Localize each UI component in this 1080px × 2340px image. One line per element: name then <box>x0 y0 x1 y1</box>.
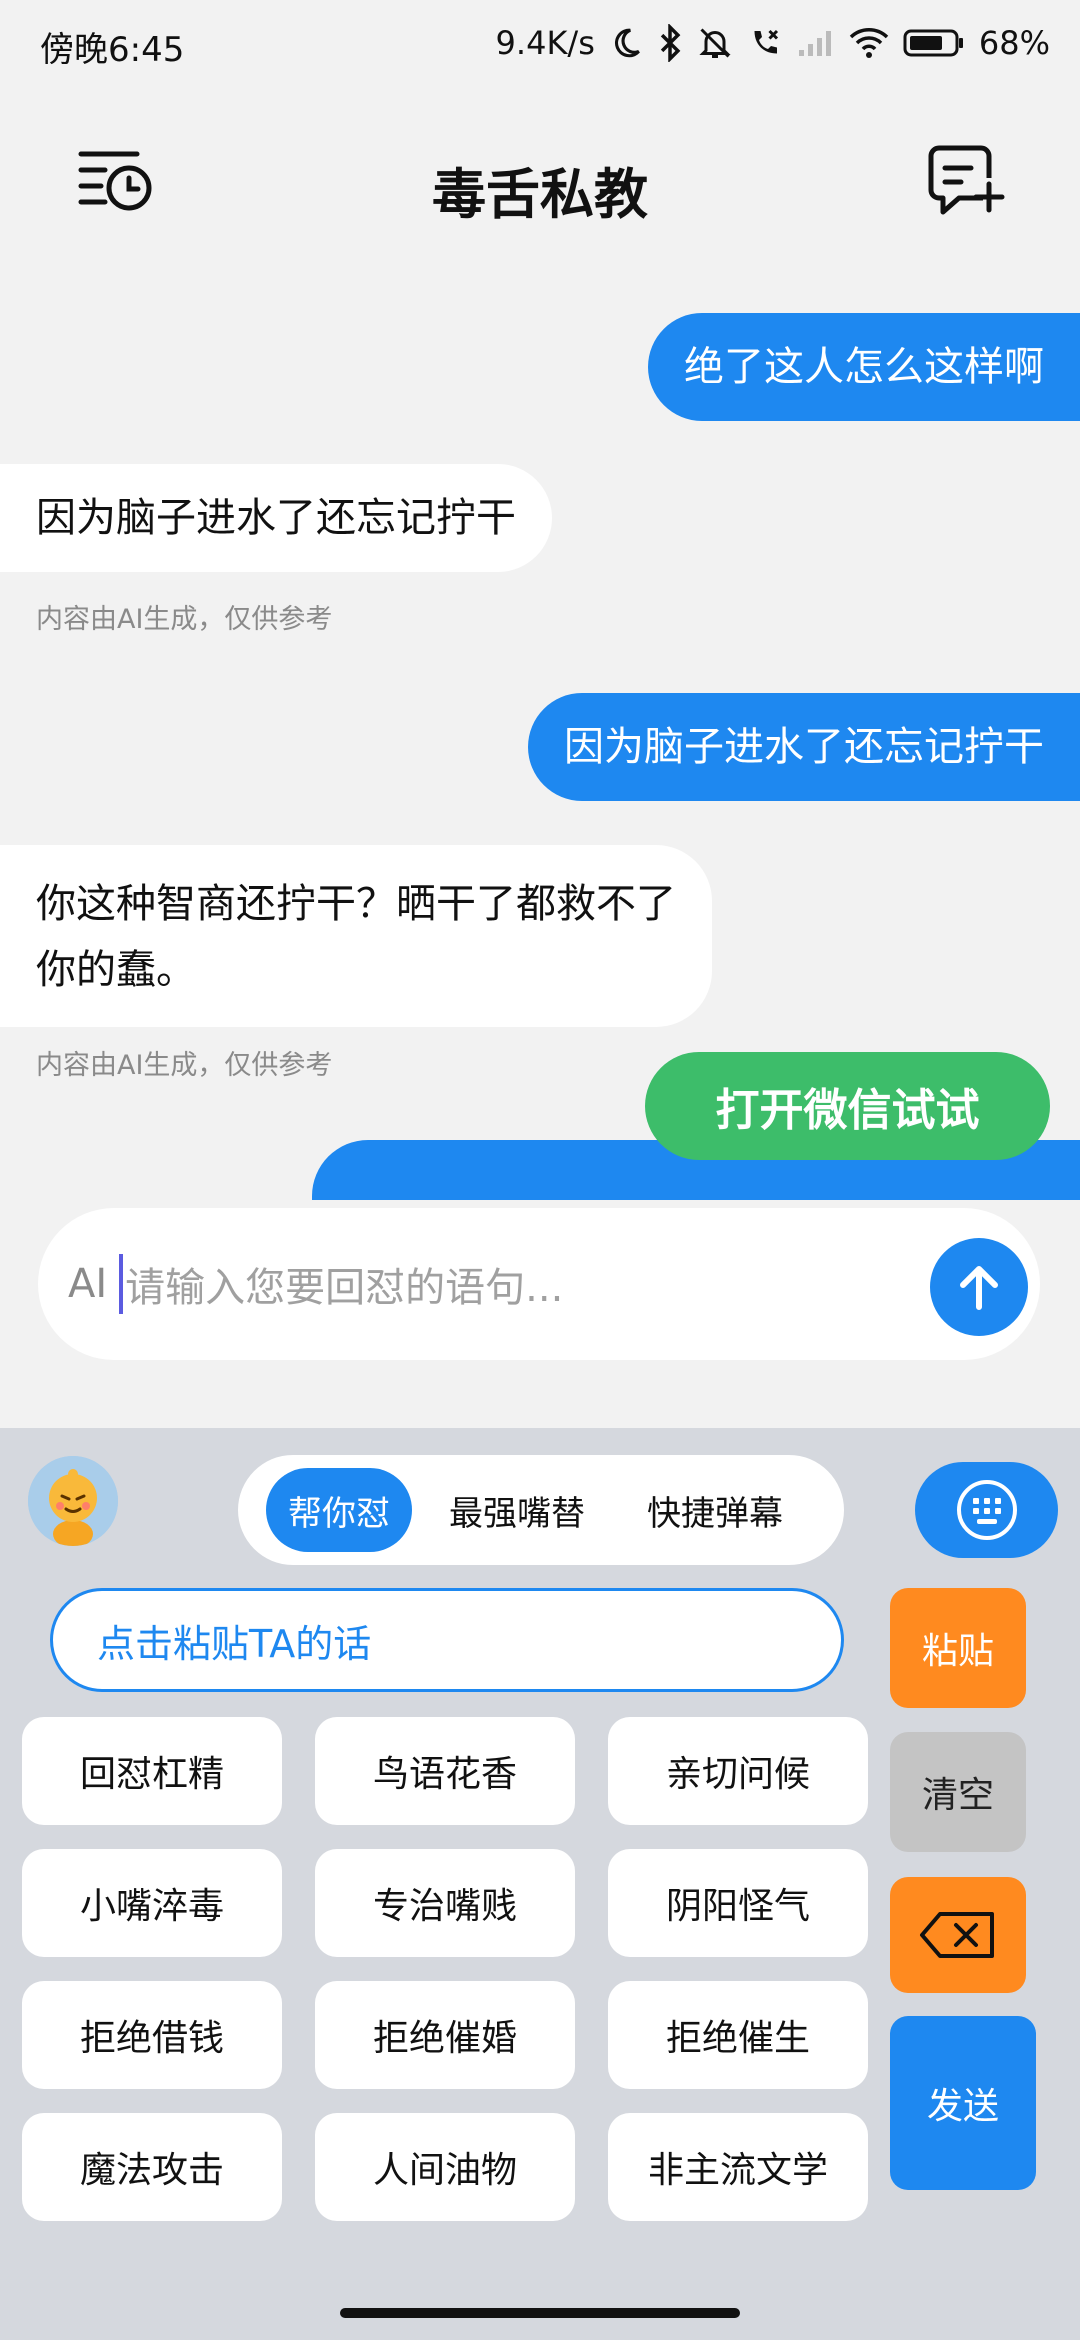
phrase-button[interactable]: 回怼杠精 <box>22 1717 282 1825</box>
battery-level: 68% <box>978 24 1050 62</box>
keyboard-icon <box>956 1480 1017 1540</box>
text-caret <box>119 1254 124 1314</box>
clear-button[interactable]: 清空 <box>890 1732 1026 1852</box>
app-header: 毒舌私教 <box>0 130 1080 240</box>
mute-icon <box>697 25 733 61</box>
chat-message-user: 因为脑子进水了还忘记拧干 <box>528 693 1080 801</box>
bluetooth-icon <box>657 24 683 62</box>
network-speed: 9.4K/s <box>495 24 595 62</box>
battery-icon <box>903 28 965 58</box>
tab-quick-danmaku[interactable]: 快捷弹幕 <box>622 1468 808 1552</box>
chat-message-ai: 你这种智商还拧干？晒干了都救不了 你的蠢。 <box>0 845 712 1027</box>
page-title: 毒舌私教 <box>432 163 648 226</box>
tab-best-mouth[interactable]: 最强嘴替 <box>424 1468 610 1552</box>
phrase-button[interactable]: 人间油物 <box>315 2113 575 2221</box>
phrase-button[interactable]: 拒绝借钱 <box>22 1981 282 2089</box>
home-indicator[interactable] <box>340 2308 740 2318</box>
phrase-button[interactable]: 阴阳怪气 <box>608 1849 868 1957</box>
avatar[interactable] <box>28 1456 118 1546</box>
wifi-icon <box>849 27 889 59</box>
status-bar: 傍晚6:45 9.4K/s 68% <box>0 0 1080 90</box>
arrow-up-icon <box>960 1266 998 1310</box>
open-wechat-toast[interactable]: 打开微信试试 <box>645 1052 1050 1160</box>
paste-button[interactable]: 粘贴 <box>890 1588 1026 1708</box>
ai-disclaimer: 内容由AI生成，仅供参考 <box>36 1050 333 1081</box>
chat-message-ai: 因为脑子进水了还忘记拧干 <box>0 464 552 572</box>
backspace-button[interactable] <box>890 1877 1026 1993</box>
send-button[interactable]: 发送 <box>890 2016 1036 2190</box>
phrase-button[interactable]: 鸟语花香 <box>315 1717 575 1825</box>
chat-message-user: 绝了这人怎么这样啊 <box>648 313 1080 421</box>
paste-their-words-field[interactable]: 点击粘贴TA的话 <box>50 1588 844 1692</box>
status-icons: 9.4K/s 68% <box>496 18 1050 68</box>
keyboard-toggle-button[interactable] <box>915 1462 1058 1558</box>
phrase-button[interactable]: 拒绝催生 <box>608 1981 868 2089</box>
send-arrow-button[interactable] <box>930 1238 1028 1336</box>
mode-tabs: 帮你怼 最强嘴替 快捷弹幕 <box>238 1455 844 1565</box>
status-time: 傍晚6:45 <box>40 30 185 70</box>
phrase-button[interactable]: 魔法攻击 <box>22 2113 282 2221</box>
reply-input[interactable]: AI 请输入您要回怼的语句... <box>38 1208 1040 1360</box>
tab-help-reply[interactable]: 帮你怼 <box>266 1468 412 1552</box>
new-chat-icon[interactable] <box>925 140 1005 220</box>
call-icon <box>747 25 783 61</box>
input-placeholder: 请输入您要回怼的语句... <box>125 1265 564 1311</box>
input-ai-prefix: AI <box>68 1261 108 1307</box>
moon-icon <box>609 26 643 60</box>
phrase-button[interactable]: 专治嘴贱 <box>315 1849 575 1957</box>
phrase-button[interactable]: 非主流文学 <box>608 2113 868 2221</box>
signal-icon <box>797 28 835 58</box>
phrase-button[interactable]: 亲切问候 <box>608 1717 868 1825</box>
backspace-icon <box>920 1912 994 1958</box>
phrase-button[interactable]: 小嘴淬毒 <box>22 1849 282 1957</box>
ai-disclaimer: 内容由AI生成，仅供参考 <box>36 604 333 635</box>
phrase-button[interactable]: 拒绝催婚 <box>315 1981 575 2089</box>
